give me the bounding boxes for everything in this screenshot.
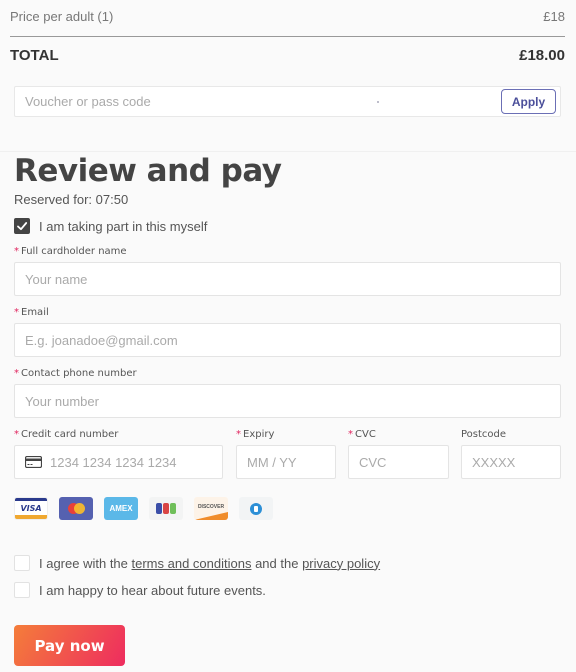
cvc-field xyxy=(348,445,449,479)
email-label: * Email xyxy=(14,307,49,318)
checkmark-icon xyxy=(17,222,28,231)
cvc-label-text: CVC xyxy=(355,429,376,440)
apply-button[interactable]: Apply xyxy=(501,89,556,114)
terms-link[interactable]: terms and conditions xyxy=(132,556,252,571)
newsletter-checkbox-row[interactable]: I am happy to hear about future events. xyxy=(14,582,266,598)
phone-label-text: Contact phone number xyxy=(21,368,137,379)
required-marker: * xyxy=(14,246,19,257)
required-marker: * xyxy=(14,368,19,379)
total-row: TOTAL £18.00 xyxy=(10,47,565,64)
total-label: TOTAL xyxy=(10,47,59,64)
terms-label: I agree with the terms and conditions an… xyxy=(39,556,380,571)
newsletter-label: I am happy to hear about future events. xyxy=(39,582,266,598)
postcode-label: Postcode xyxy=(461,429,506,440)
expiry-field xyxy=(236,445,336,479)
postcode-field xyxy=(461,445,561,479)
expiry-input[interactable] xyxy=(237,454,335,470)
required-marker: * xyxy=(14,307,19,318)
email-label-text: Email xyxy=(21,307,49,318)
terms-middle: and the xyxy=(251,555,303,571)
postcode-label-text: Postcode xyxy=(461,429,507,440)
amex-text: AMEX xyxy=(109,504,133,513)
required-marker: * xyxy=(14,429,19,440)
voucher-input[interactable] xyxy=(15,94,501,109)
terms-checkbox[interactable] xyxy=(14,555,30,571)
summary-divider xyxy=(10,36,565,37)
cvc-label: * CVC xyxy=(348,429,376,440)
amex-icon: AMEX xyxy=(104,497,138,520)
expiry-label-text: Expiry xyxy=(243,429,275,440)
email-input[interactable] xyxy=(15,332,560,348)
newsletter-checkbox[interactable] xyxy=(14,582,30,598)
credit-card-icon xyxy=(25,456,42,468)
postcode-input[interactable] xyxy=(462,454,560,470)
email-field xyxy=(14,323,561,357)
cvc-input[interactable] xyxy=(349,454,448,470)
required-marker: * xyxy=(236,429,241,440)
phone-label: * Contact phone number xyxy=(14,368,137,379)
card-label-text: Credit card number xyxy=(21,429,119,440)
voucher-dot xyxy=(377,101,379,103)
diners-club-icon xyxy=(239,497,273,520)
voucher-box: Apply xyxy=(14,86,561,117)
terms-checkbox-row[interactable]: I agree with the terms and conditions an… xyxy=(14,555,380,571)
required-marker: * xyxy=(348,429,353,440)
phone-input[interactable] xyxy=(15,393,560,409)
name-label: * Full cardholder name xyxy=(14,246,127,257)
card-brands: VISA AMEX DISCOVER xyxy=(14,497,273,520)
total-value: £18.00 xyxy=(519,47,565,64)
name-label-text: Full cardholder name xyxy=(21,246,127,257)
visa-icon: VISA xyxy=(14,497,48,520)
terms-prefix: I agree with the xyxy=(39,555,132,571)
name-input[interactable] xyxy=(15,271,560,287)
self-participation-label: I am taking part in this myself xyxy=(39,218,208,234)
privacy-policy-link[interactable]: privacy policy xyxy=(302,556,380,571)
card-number-field xyxy=(14,445,223,479)
price-value: £18 xyxy=(543,9,565,24)
card-label: * Credit card number xyxy=(14,429,118,440)
mastercard-icon xyxy=(59,497,93,520)
discover-text: DISCOVER xyxy=(197,503,225,510)
jcb-icon xyxy=(149,497,183,520)
phone-field xyxy=(14,384,561,418)
visa-text: VISA xyxy=(20,504,42,513)
price-per-adult-row: Price per adult (1) £18 xyxy=(10,9,565,24)
card-number-input[interactable] xyxy=(42,454,222,470)
expiry-label: * Expiry xyxy=(236,429,274,440)
section-divider xyxy=(0,151,576,152)
discover-icon: DISCOVER xyxy=(194,497,228,520)
self-participation-checkbox[interactable] xyxy=(14,218,30,234)
name-field xyxy=(14,262,561,296)
reserved-timer: Reserved for: 07:50 xyxy=(14,192,129,207)
price-label: Price per adult (1) xyxy=(10,9,114,24)
pay-now-button[interactable]: Pay now xyxy=(14,625,125,666)
self-participation-checkbox-row[interactable]: I am taking part in this myself xyxy=(14,218,207,234)
page-title: Review and pay xyxy=(14,153,282,189)
